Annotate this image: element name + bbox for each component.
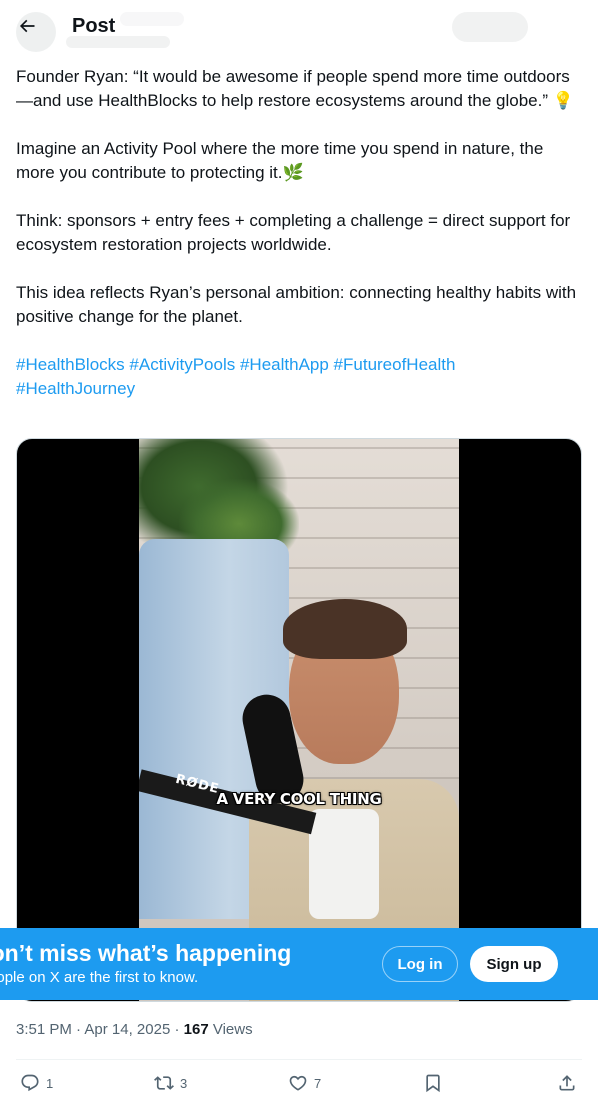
hashtag-link[interactable]: #HealthBlocks <box>16 355 125 374</box>
top-bar: Post <box>0 0 598 53</box>
hashtag-link[interactable]: #ActivityPools <box>129 355 235 374</box>
reply-button[interactable]: 1 <box>20 1071 53 1095</box>
tweet-paragraph: This idea reflects Ryan’s personal ambit… <box>16 283 577 326</box>
post-date[interactable]: Apr 14, 2025 <box>84 1021 170 1038</box>
repost-icon <box>154 1076 174 1090</box>
page-title: Post <box>72 15 116 37</box>
bookmark-icon <box>426 1074 440 1093</box>
like-count: 7 <box>314 1075 322 1091</box>
video-frame: RØDE A VERY COOL THING <box>139 439 459 1001</box>
repost-count: 3 <box>180 1075 188 1091</box>
post-meta: 3:51 PM · Apr 14, 2025 · 167 Views <box>16 1020 253 1040</box>
video-caption: A VERY COOL THING <box>216 790 382 808</box>
post-time[interactable]: 3:51 PM <box>16 1021 72 1038</box>
back-arrow-icon <box>19 19 35 33</box>
repost-button[interactable]: 3 <box>154 1071 187 1095</box>
hashtags: #HealthBlocks #ActivityPools #HealthApp … <box>16 353 582 401</box>
signup-button[interactable]: Sign up <box>470 946 558 982</box>
meta-separator: · <box>76 1021 82 1038</box>
tweet-text: Founder Ryan: “It would be awesome if pe… <box>16 65 582 401</box>
signup-banner: Don’t miss what’s happening People on X … <box>0 928 598 1000</box>
tweet-paragraph: Think: sponsors + entry fees + completin… <box>16 211 571 254</box>
banner-subtitle: People on X are the first to know. <box>0 969 199 986</box>
divider <box>16 1059 582 1060</box>
bookmark-button[interactable] <box>423 1071 443 1095</box>
follow-button-placeholder[interactable] <box>452 12 528 42</box>
hashtag-link[interactable]: #HealthApp <box>240 355 329 374</box>
views-count: 167 <box>183 1021 209 1038</box>
meta-separator: · <box>174 1021 180 1038</box>
reply-count: 1 <box>46 1075 54 1091</box>
tweet-paragraph: Imagine an Activity Pool where the more … <box>16 139 544 182</box>
views-label: Views <box>212 1021 253 1038</box>
tweet-paragraph: Founder Ryan: “It would be awesome if pe… <box>16 67 574 110</box>
share-icon <box>559 1075 575 1091</box>
video-person-hair <box>283 599 407 659</box>
login-button[interactable]: Log in <box>382 946 458 982</box>
video-person-shirt <box>309 809 379 919</box>
share-button[interactable] <box>557 1071 577 1095</box>
hashtag-link[interactable]: #FutureofHealth <box>334 355 456 374</box>
back-button[interactable] <box>10 9 44 43</box>
reply-icon <box>21 1074 39 1092</box>
video-player[interactable]: RØDE A VERY COOL THING <box>16 438 582 1002</box>
like-button[interactable]: 7 <box>288 1071 321 1095</box>
heart-icon <box>289 1075 307 1091</box>
banner-title: Don’t miss what’s happening <box>0 940 292 966</box>
hashtag-link[interactable]: #HealthJourney <box>16 379 135 398</box>
author-name-placeholder <box>120 12 184 26</box>
